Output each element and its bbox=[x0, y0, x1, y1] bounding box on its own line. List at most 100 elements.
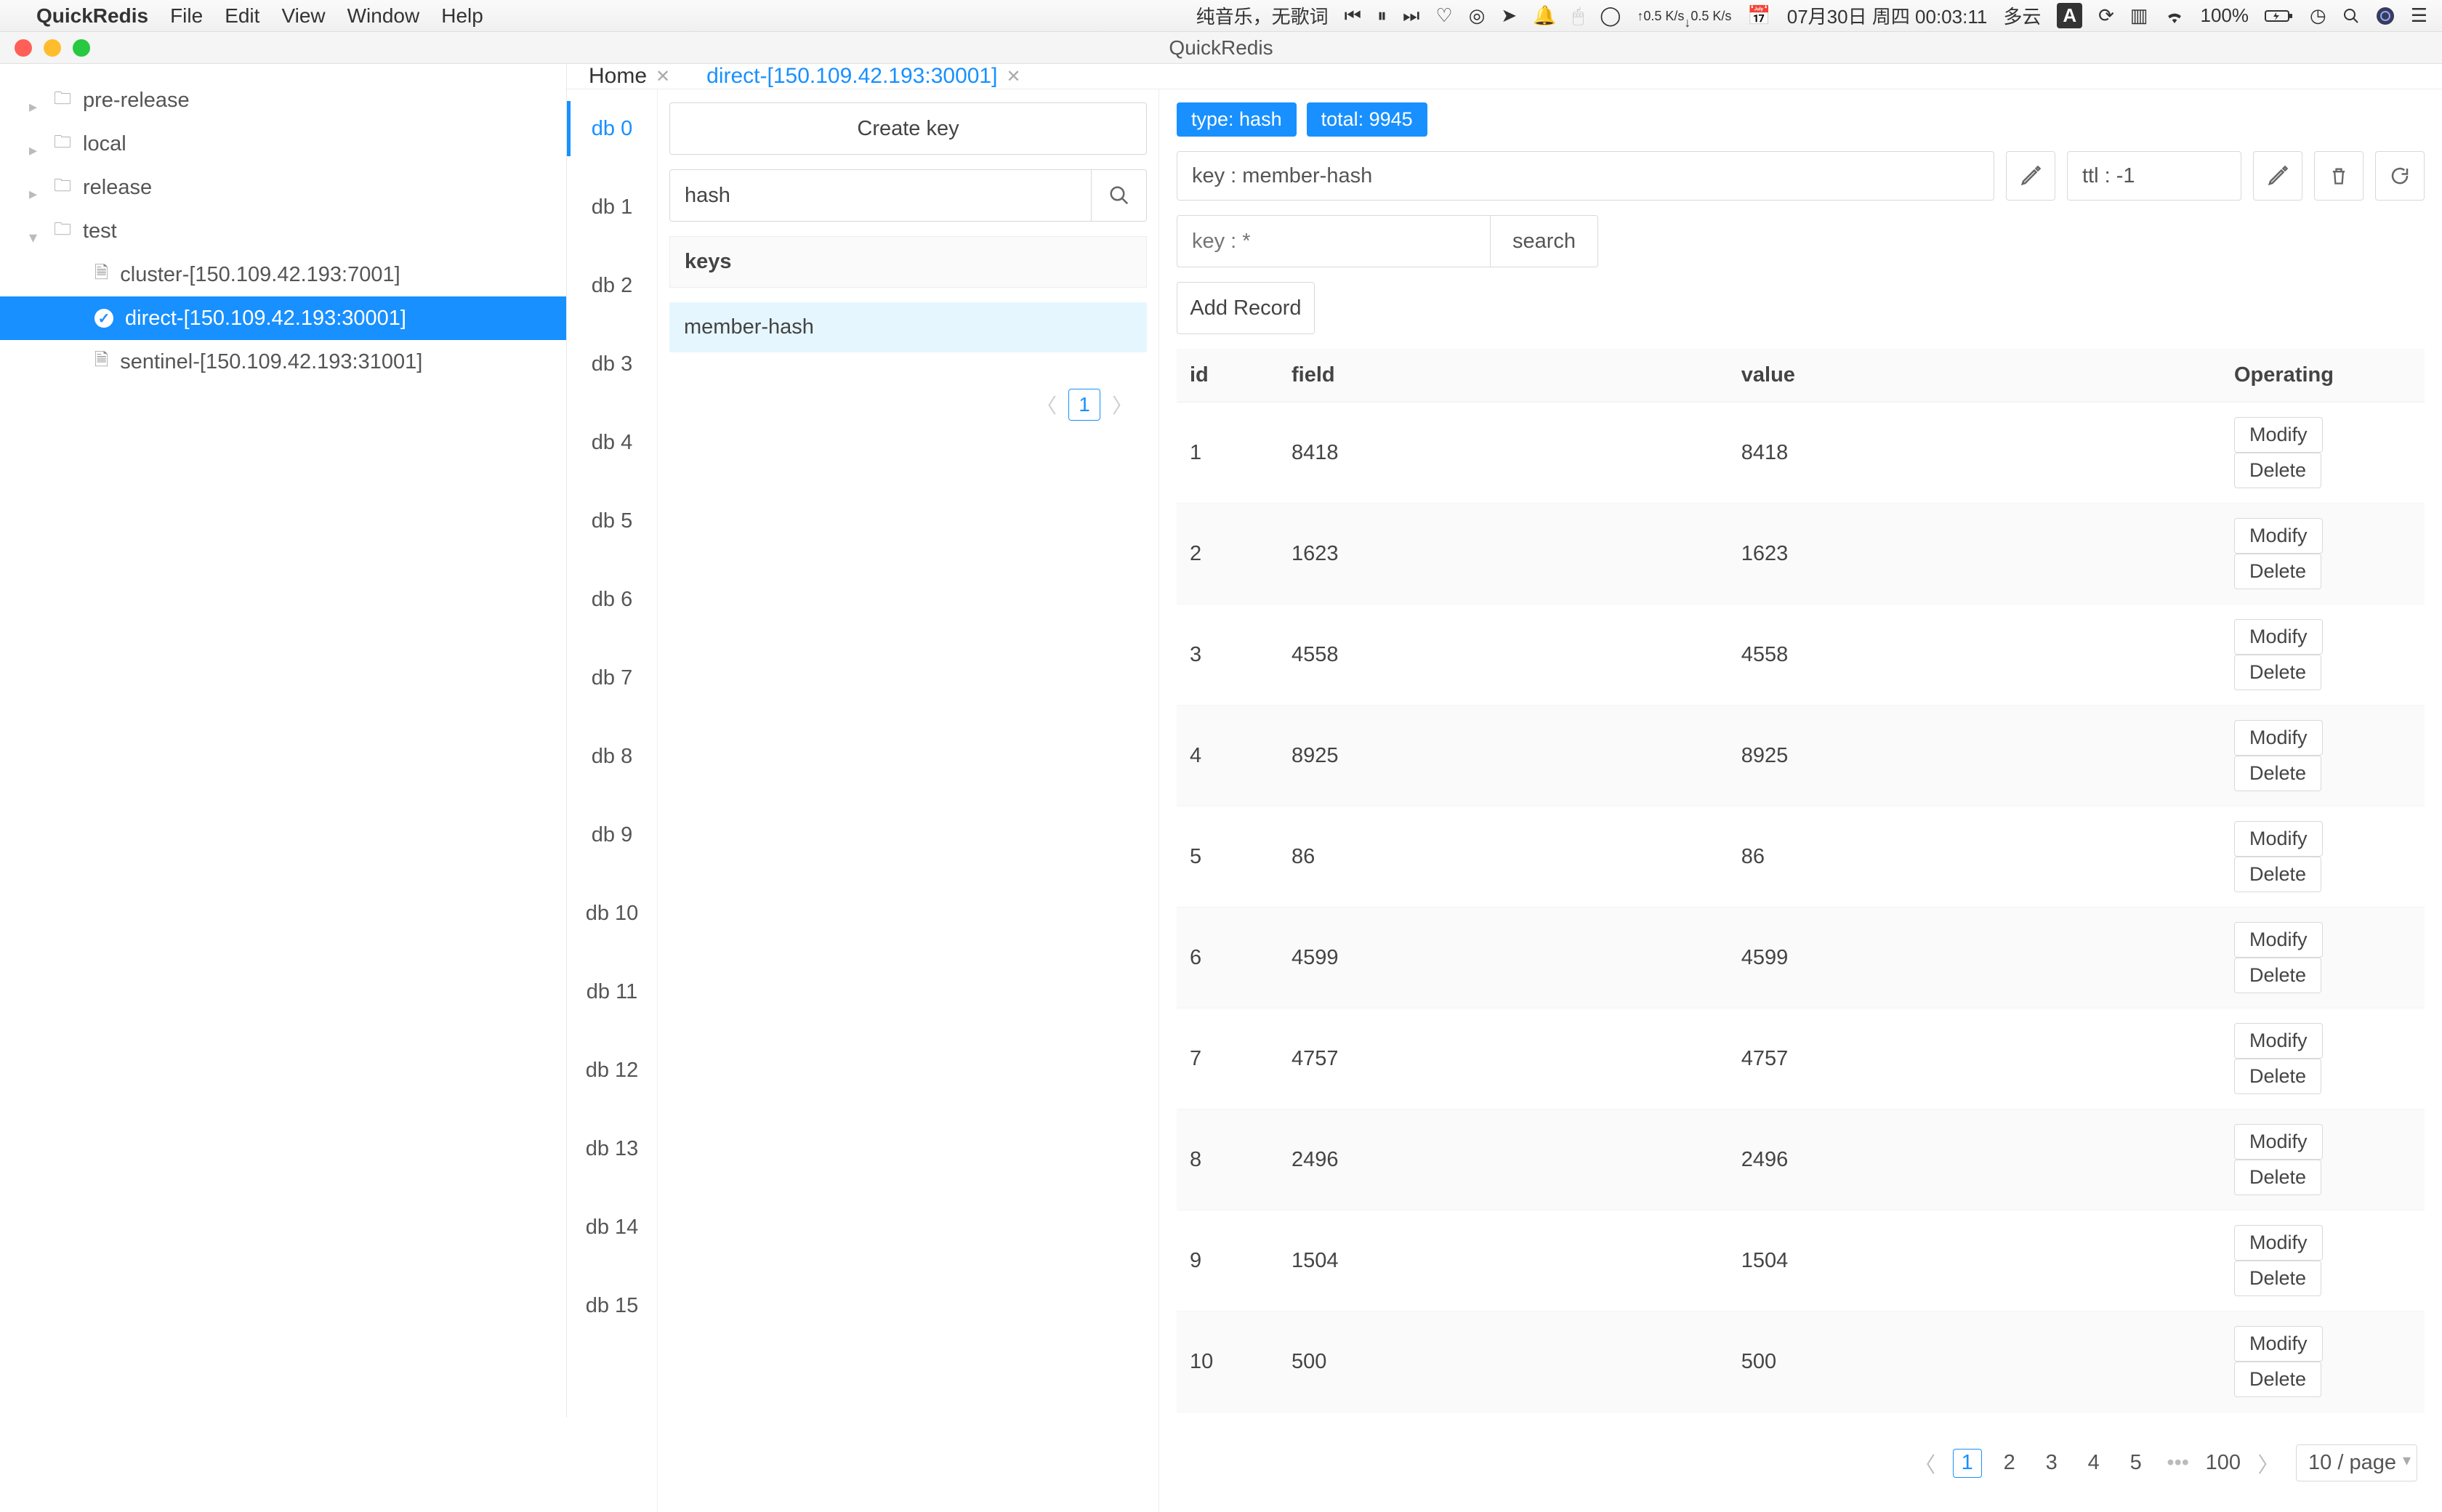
tree-node-test[interactable]: test bbox=[0, 209, 566, 253]
network-speed[interactable]: ↑ 0.5 K/s↓ 0.5 K/s bbox=[1637, 3, 1731, 29]
delete-button[interactable]: Delete bbox=[2234, 554, 2321, 589]
page-1[interactable]: 1 bbox=[1953, 1449, 1982, 1478]
create-key-button[interactable]: Create key bbox=[669, 102, 1147, 155]
prev-page-icon[interactable]: 〈 bbox=[1911, 1449, 1940, 1478]
page-4[interactable]: 4 bbox=[2079, 1449, 2108, 1478]
pause-icon[interactable]: ⏸ bbox=[1377, 4, 1387, 28]
record-search-input[interactable] bbox=[1177, 215, 1491, 267]
menu-file[interactable]: File bbox=[170, 4, 203, 28]
next-page-icon[interactable]: 〉 bbox=[2254, 1449, 2283, 1478]
datetime[interactable]: 07月30日 周四 00:03:11 bbox=[1787, 2, 1988, 29]
delete-button[interactable]: Delete bbox=[2234, 1261, 2321, 1296]
key-item[interactable]: member-hash bbox=[669, 302, 1147, 352]
record-search-button[interactable]: search bbox=[1491, 215, 1598, 267]
db-item-2[interactable]: db 2 bbox=[567, 246, 657, 325]
db-item-8[interactable]: db 8 bbox=[567, 717, 657, 796]
circle-icon[interactable]: ◯ bbox=[1600, 4, 1621, 27]
db-item-10[interactable]: db 10 bbox=[567, 874, 657, 953]
db-item-11[interactable]: db 11 bbox=[567, 953, 657, 1031]
tree-node-sentinel-150-109-42-193-31001-[interactable]: sentinel-[150.109.42.193:31001] bbox=[0, 340, 566, 384]
delete-key-button[interactable] bbox=[2314, 151, 2364, 201]
menu-help[interactable]: Help bbox=[441, 4, 483, 28]
db-item-9[interactable]: db 9 bbox=[567, 796, 657, 874]
modify-button[interactable]: Modify bbox=[2234, 821, 2323, 857]
calendar-icon[interactable]: 📅 bbox=[1747, 4, 1770, 27]
db-item-4[interactable]: db 4 bbox=[567, 403, 657, 482]
delete-button[interactable]: Delete bbox=[2234, 453, 2321, 488]
plane-icon[interactable]: ➤ bbox=[1501, 4, 1517, 27]
page-number[interactable]: 1 bbox=[1068, 389, 1100, 421]
db-item-15[interactable]: db 15 bbox=[567, 1266, 657, 1345]
edit-key-button[interactable] bbox=[2006, 151, 2055, 201]
tree-node-direct-150-109-42-193-30001-[interactable]: ✓direct-[150.109.42.193:30001] bbox=[0, 296, 566, 340]
page-3[interactable]: 3 bbox=[2037, 1449, 2066, 1478]
delete-button[interactable]: Delete bbox=[2234, 655, 2321, 690]
modify-button[interactable]: Modify bbox=[2234, 922, 2323, 958]
modify-button[interactable]: Modify bbox=[2234, 720, 2323, 756]
db-item-3[interactable]: db 3 bbox=[567, 325, 657, 403]
db-item-1[interactable]: db 1 bbox=[567, 168, 657, 246]
db-item-6[interactable]: db 6 bbox=[567, 560, 657, 639]
page-size-select[interactable]: 10 / page bbox=[2296, 1444, 2417, 1481]
prev-track-icon[interactable]: ⏮ bbox=[1345, 4, 1361, 28]
menu-window[interactable]: Window bbox=[347, 4, 420, 28]
spotlight-icon[interactable] bbox=[2342, 7, 2360, 25]
window-zoom-button[interactable] bbox=[73, 39, 90, 57]
delete-button[interactable]: Delete bbox=[2234, 1160, 2321, 1195]
page-last[interactable]: 100 bbox=[2206, 1449, 2241, 1478]
mouse-icon[interactable]: 🖱 bbox=[1573, 4, 1584, 28]
modify-button[interactable]: Modify bbox=[2234, 1326, 2323, 1362]
tree-node-pre-release[interactable]: pre-release bbox=[0, 78, 566, 122]
delete-button[interactable]: Delete bbox=[2234, 1059, 2321, 1094]
refresh-button[interactable] bbox=[2375, 151, 2425, 201]
next-track-icon[interactable]: ⏭ bbox=[1403, 4, 1419, 28]
tab-connection[interactable]: direct-[150.109.42.193:30001] ✕ bbox=[706, 64, 1020, 89]
battery-icon[interactable] bbox=[2265, 9, 2294, 23]
window-minimize-button[interactable] bbox=[44, 39, 61, 57]
tab-home[interactable]: Home ✕ bbox=[589, 64, 670, 89]
menu-edit[interactable]: Edit bbox=[225, 4, 259, 28]
db-item-13[interactable]: db 13 bbox=[567, 1109, 657, 1188]
db-item-7[interactable]: db 7 bbox=[567, 639, 657, 717]
modify-button[interactable]: Modify bbox=[2234, 1023, 2323, 1059]
tree-node-cluster-150-109-42-193-7001-[interactable]: cluster-[150.109.42.193:7001] bbox=[0, 253, 566, 296]
weather[interactable]: 多云 bbox=[2003, 2, 2041, 29]
page-5[interactable]: 5 bbox=[2121, 1449, 2151, 1478]
close-icon[interactable]: ✕ bbox=[656, 66, 670, 87]
key-search-input[interactable] bbox=[669, 169, 1092, 222]
siri-icon[interactable] bbox=[2376, 7, 2395, 25]
db-item-5[interactable]: db 5 bbox=[567, 482, 657, 560]
clock-icon[interactable]: ◷ bbox=[2310, 4, 2326, 27]
db-item-14[interactable]: db 14 bbox=[567, 1188, 657, 1266]
db-item-0[interactable]: db 0 bbox=[567, 89, 657, 168]
modify-button[interactable]: Modify bbox=[2234, 417, 2323, 453]
music-title[interactable]: 纯音乐，无歌词 bbox=[1196, 2, 1329, 29]
tree-node-local[interactable]: local bbox=[0, 122, 566, 166]
modify-button[interactable]: Modify bbox=[2234, 1225, 2323, 1261]
prev-page-icon[interactable]: 〈 bbox=[1036, 390, 1057, 419]
delete-button[interactable]: Delete bbox=[2234, 958, 2321, 993]
delete-button[interactable]: Delete bbox=[2234, 857, 2321, 892]
modify-button[interactable]: Modify bbox=[2234, 1124, 2323, 1160]
add-record-button[interactable]: Add Record bbox=[1177, 282, 1315, 334]
modify-button[interactable]: Modify bbox=[2234, 619, 2323, 655]
delete-button[interactable]: Delete bbox=[2234, 756, 2321, 791]
next-page-icon[interactable]: 〉 bbox=[1112, 390, 1132, 419]
heart-icon[interactable]: ♡ bbox=[1435, 4, 1452, 27]
sync-icon[interactable]: ⟳ bbox=[2098, 4, 2114, 27]
modify-button[interactable]: Modify bbox=[2234, 518, 2323, 554]
page-ellipsis[interactable]: ••• bbox=[2164, 1449, 2193, 1478]
search-button[interactable] bbox=[1092, 169, 1147, 222]
close-icon[interactable]: ✕ bbox=[1006, 66, 1020, 87]
bell-icon[interactable]: 🔔 bbox=[1533, 4, 1556, 27]
app-menu[interactable]: QuickRedis bbox=[36, 4, 148, 28]
page-2[interactable]: 2 bbox=[1995, 1449, 2024, 1478]
tree-node-release[interactable]: release bbox=[0, 166, 566, 209]
db-item-12[interactable]: db 12 bbox=[567, 1031, 657, 1109]
wifi-icon[interactable] bbox=[2164, 9, 2185, 23]
delete-button[interactable]: Delete bbox=[2234, 1362, 2321, 1397]
window-close-button[interactable] bbox=[15, 39, 32, 57]
edit-ttl-button[interactable] bbox=[2253, 151, 2302, 201]
notification-center-icon[interactable]: ☰ bbox=[2411, 4, 2427, 27]
target-icon[interactable]: ◎ bbox=[1469, 4, 1486, 27]
